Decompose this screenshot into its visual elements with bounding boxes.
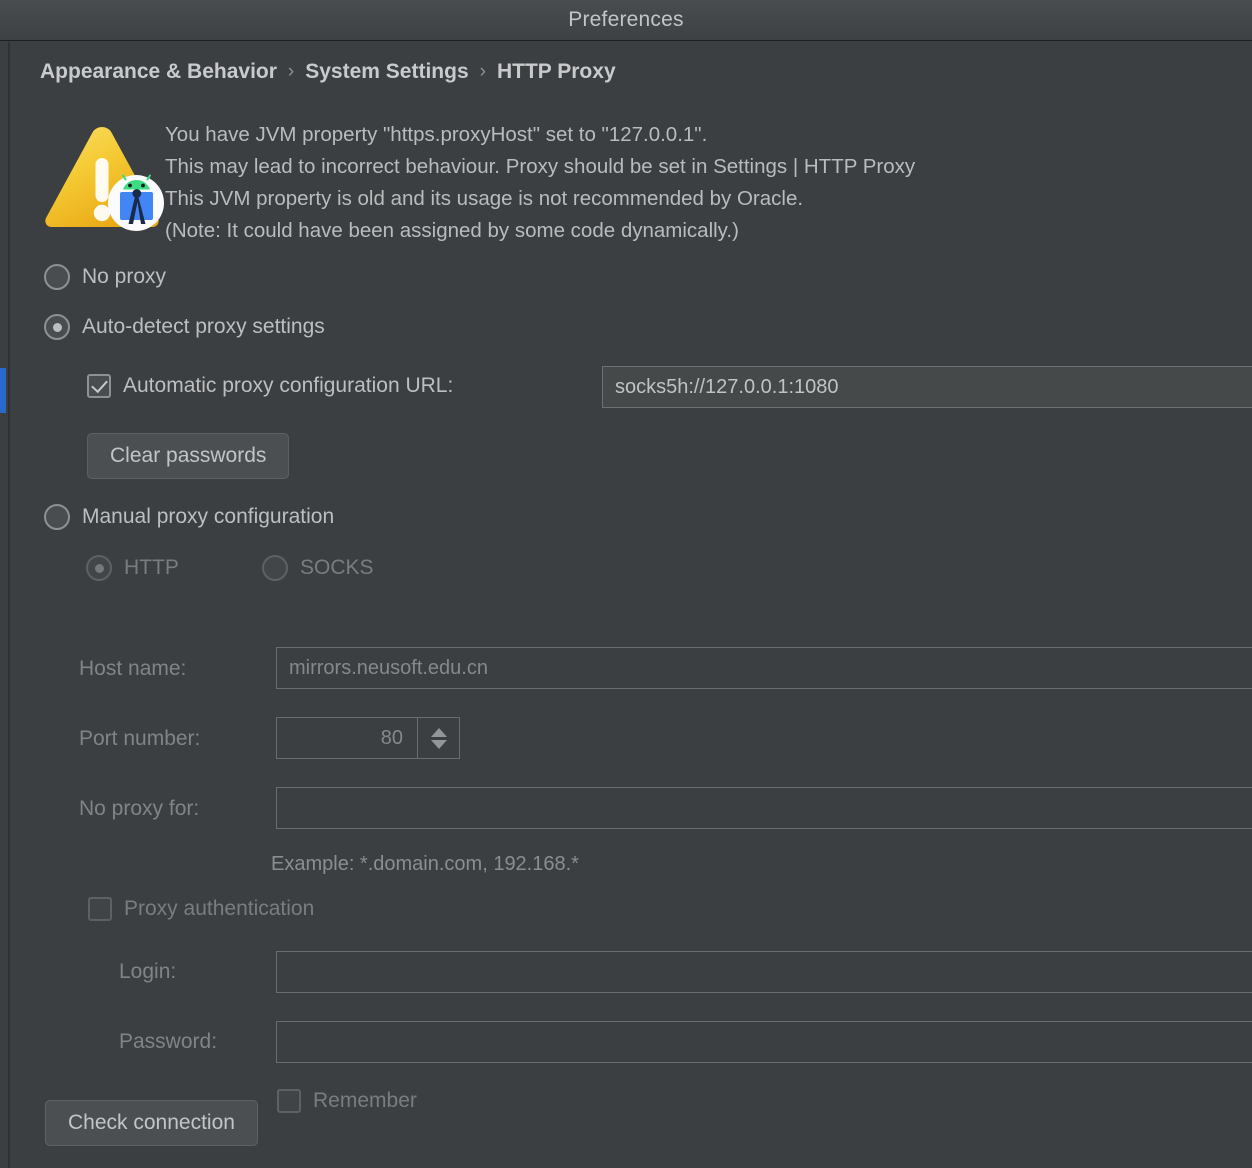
breadcrumb-item-system-settings[interactable]: System Settings bbox=[305, 60, 468, 84]
no-proxy-for-label: No proxy for: bbox=[79, 797, 200, 820]
pac-url-value: socks5h://127.0.0.1:1080 bbox=[615, 375, 839, 398]
port-number-stepper[interactable]: 80 bbox=[276, 717, 460, 759]
warning-message: You have JVM property "https.proxyHost" … bbox=[165, 119, 915, 247]
checkbox-indicator bbox=[88, 897, 112, 921]
radio-label-http: HTTP bbox=[124, 556, 179, 579]
preferences-panel: Appearance & Behavior › System Settings … bbox=[0, 42, 1252, 1168]
warning-triangle-icon bbox=[40, 114, 165, 234]
spinner-up-icon[interactable] bbox=[430, 727, 447, 737]
radio-auto-detect-proxy[interactable]: Auto-detect proxy settings bbox=[44, 314, 325, 340]
checkbox-proxy-authentication[interactable]: Proxy authentication bbox=[88, 897, 314, 921]
clear-passwords-label: Clear passwords bbox=[110, 444, 267, 467]
login-label: Login: bbox=[119, 960, 177, 983]
check-connection-button[interactable]: Check connection bbox=[45, 1100, 258, 1146]
radio-manual-proxy-configuration[interactable]: Manual proxy configuration bbox=[44, 504, 334, 530]
window-titlebar: Preferences bbox=[0, 0, 1252, 41]
password-input[interactable] bbox=[276, 1021, 1252, 1063]
warning-line-4: (Note: It could have been assigned by so… bbox=[165, 219, 739, 242]
radio-indicator bbox=[44, 314, 70, 340]
host-name-input[interactable]: mirrors.neusoft.edu.cn bbox=[276, 647, 1252, 689]
breadcrumb-item-appearance-behavior[interactable]: Appearance & Behavior bbox=[40, 60, 277, 84]
radio-no-proxy[interactable]: No proxy bbox=[44, 264, 166, 290]
check-connection-label: Check connection bbox=[68, 1111, 235, 1134]
selection-accent-stripe[interactable] bbox=[0, 368, 6, 413]
breadcrumb: Appearance & Behavior › System Settings … bbox=[40, 60, 616, 84]
radio-label-no-proxy: No proxy bbox=[82, 265, 167, 288]
warning-line-3: This JVM property is old and its usage i… bbox=[165, 187, 804, 210]
radio-label-manual-proxy: Manual proxy configuration bbox=[82, 505, 335, 528]
checkbox-remember[interactable]: Remember bbox=[277, 1089, 417, 1113]
pac-url-input[interactable]: socks5h://127.0.0.1:1080 bbox=[602, 366, 1252, 408]
port-number-label: Port number: bbox=[79, 727, 201, 750]
warning-line-1: You have JVM property "https.proxyHost" … bbox=[165, 123, 708, 146]
warning-line-2: This may lead to incorrect behaviour. Pr… bbox=[165, 155, 916, 178]
checkbox-indicator bbox=[277, 1089, 301, 1113]
password-label: Password: bbox=[119, 1030, 218, 1053]
window-title: Preferences bbox=[568, 8, 684, 31]
checkbox-label-proxy-authentication: Proxy authentication bbox=[124, 897, 315, 920]
host-name-value: mirrors.neusoft.edu.cn bbox=[289, 656, 488, 679]
radio-http[interactable]: HTTP bbox=[86, 555, 179, 581]
radio-indicator bbox=[44, 264, 70, 290]
port-spinner-buttons[interactable] bbox=[418, 717, 460, 759]
jvm-property-warning: You have JVM property "https.proxyHost" … bbox=[40, 114, 1240, 247]
chevron-right-icon: › bbox=[287, 61, 295, 82]
login-input[interactable] bbox=[276, 951, 1252, 993]
radio-indicator bbox=[86, 555, 112, 581]
checkbox-indicator bbox=[87, 374, 111, 398]
checkbox-automatic-proxy-config-url[interactable]: Automatic proxy configuration URL: bbox=[87, 374, 453, 398]
chevron-right-icon: › bbox=[479, 61, 486, 82]
radio-label-auto-detect: Auto-detect proxy settings bbox=[82, 315, 325, 338]
panel-divider bbox=[8, 42, 10, 1168]
radio-label-socks: SOCKS bbox=[300, 556, 374, 579]
checkbox-label-pac-url: Automatic proxy configuration URL: bbox=[123, 374, 454, 397]
clear-passwords-button[interactable]: Clear passwords bbox=[87, 433, 290, 479]
spinner-down-icon[interactable] bbox=[430, 739, 447, 749]
radio-indicator bbox=[44, 504, 70, 530]
port-number-input[interactable]: 80 bbox=[276, 717, 418, 759]
host-name-label: Host name: bbox=[79, 657, 187, 680]
no-proxy-for-input[interactable] bbox=[276, 787, 1252, 829]
breadcrumb-item-http-proxy[interactable]: HTTP Proxy bbox=[497, 60, 616, 84]
checkbox-label-remember: Remember bbox=[313, 1089, 417, 1112]
radio-socks[interactable]: SOCKS bbox=[262, 555, 374, 581]
port-number-value: 80 bbox=[380, 726, 403, 749]
no-proxy-for-example: Example: *.domain.com, 192.168.* bbox=[271, 853, 579, 875]
radio-indicator bbox=[262, 555, 288, 581]
